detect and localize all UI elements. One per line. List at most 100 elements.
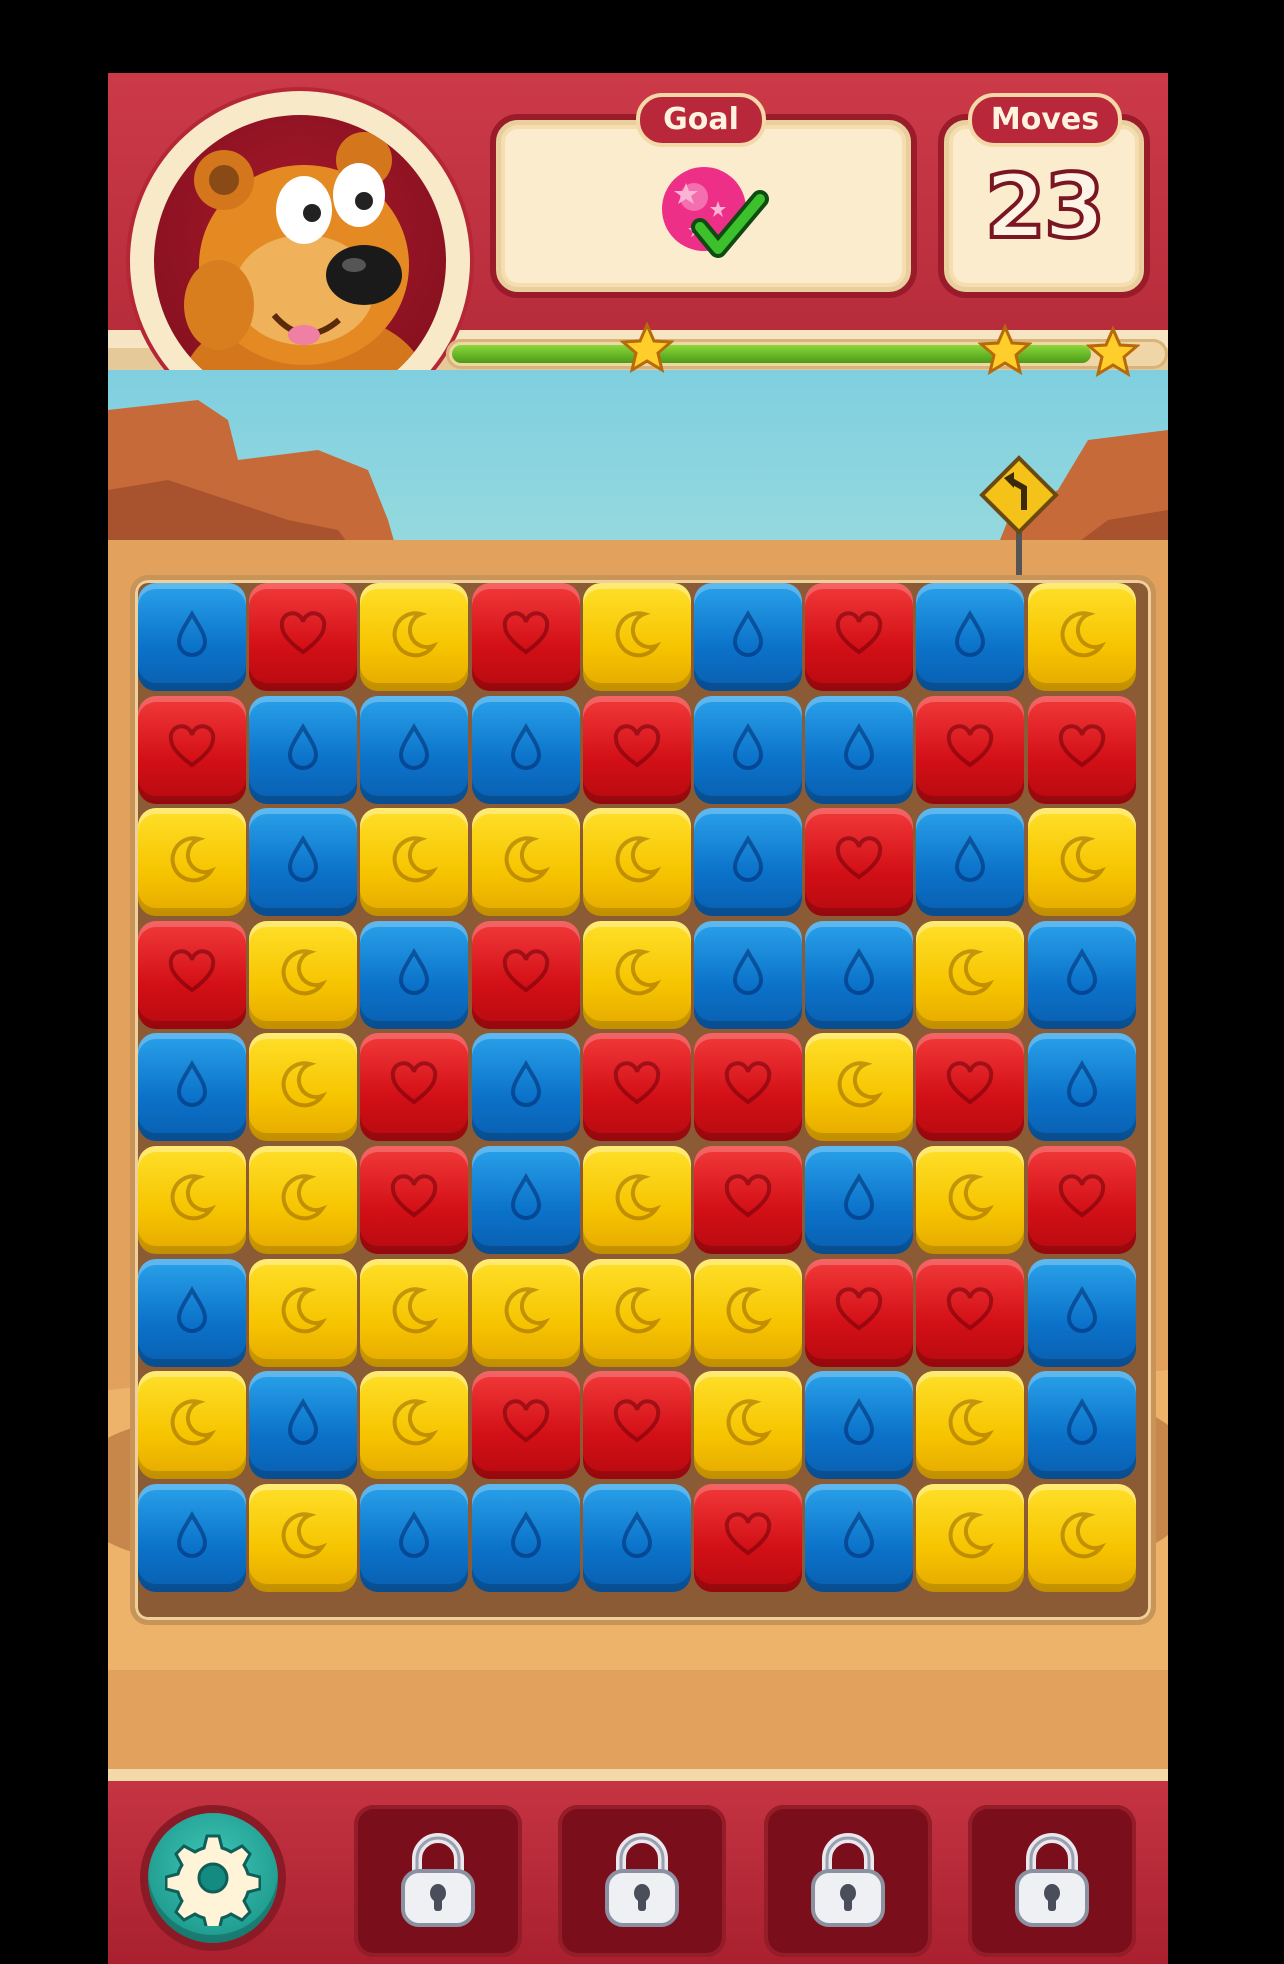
cube-blue[interactable]: [360, 921, 468, 1029]
bear-avatar-icon: [154, 115, 446, 407]
cube-blue[interactable]: [360, 1484, 468, 1592]
cube-blue[interactable]: [472, 1033, 580, 1141]
cube-red[interactable]: [1028, 1146, 1136, 1254]
cube-blue[interactable]: [916, 808, 1024, 916]
cube-red[interactable]: [138, 921, 246, 1029]
cube-yellow[interactable]: [916, 1146, 1024, 1254]
cube-red[interactable]: [805, 1259, 913, 1367]
cube-red[interactable]: [138, 696, 246, 804]
moon-icon: [274, 1169, 332, 1231]
cube-red[interactable]: [916, 1033, 1024, 1141]
cube-red[interactable]: [805, 808, 913, 916]
cube-blue[interactable]: [1028, 921, 1136, 1029]
moon-icon: [941, 1169, 999, 1231]
cube-red[interactable]: [805, 583, 913, 691]
cube-blue[interactable]: [1028, 1259, 1136, 1367]
cube-red[interactable]: [583, 1033, 691, 1141]
cube-yellow[interactable]: [360, 808, 468, 916]
cube-red[interactable]: [694, 1033, 802, 1141]
moon-icon: [497, 1282, 555, 1344]
cube-red[interactable]: [472, 583, 580, 691]
cube-blue[interactable]: [138, 1484, 246, 1592]
cube-blue[interactable]: [138, 1033, 246, 1141]
cube-blue[interactable]: [249, 808, 357, 916]
cube-yellow[interactable]: [1028, 808, 1136, 916]
cube-yellow[interactable]: [583, 583, 691, 691]
cube-blue[interactable]: [360, 696, 468, 804]
cube-red[interactable]: [916, 696, 1024, 804]
cube-blue[interactable]: [805, 1484, 913, 1592]
cube-yellow[interactable]: [360, 1259, 468, 1367]
cube-blue[interactable]: [805, 921, 913, 1029]
cube-yellow[interactable]: [249, 1146, 357, 1254]
cube-blue[interactable]: [805, 1371, 913, 1479]
cube-red[interactable]: [360, 1033, 468, 1141]
cube-yellow[interactable]: [916, 921, 1024, 1029]
cube-blue[interactable]: [694, 808, 802, 916]
cube-yellow[interactable]: [583, 808, 691, 916]
settings-button[interactable]: [148, 1813, 278, 1943]
cube-yellow[interactable]: [360, 1371, 468, 1479]
cube-blue[interactable]: [138, 1259, 246, 1367]
cube-blue[interactable]: [249, 696, 357, 804]
cube-yellow[interactable]: [916, 1484, 1024, 1592]
cube-red[interactable]: [694, 1484, 802, 1592]
cube-blue[interactable]: [472, 696, 580, 804]
cube-yellow[interactable]: [916, 1371, 1024, 1479]
cube-yellow[interactable]: [138, 1146, 246, 1254]
booster-slot-1[interactable]: [354, 1805, 522, 1957]
cube-red[interactable]: [916, 1259, 1024, 1367]
cube-blue[interactable]: [138, 583, 246, 691]
cube-red[interactable]: [694, 1146, 802, 1254]
cube-yellow[interactable]: [249, 1259, 357, 1367]
cube-blue[interactable]: [694, 583, 802, 691]
cube-yellow[interactable]: [249, 1033, 357, 1141]
cube-blue[interactable]: [805, 696, 913, 804]
booster-slot-2[interactable]: [558, 1805, 726, 1957]
cube-yellow[interactable]: [472, 1259, 580, 1367]
cube-blue[interactable]: [583, 1484, 691, 1592]
cube-yellow[interactable]: [583, 1146, 691, 1254]
booster-slot-3[interactable]: [764, 1805, 932, 1957]
cube-yellow[interactable]: [694, 1371, 802, 1479]
cube-yellow[interactable]: [249, 921, 357, 1029]
drop-icon: [497, 1507, 555, 1569]
cube-yellow[interactable]: [138, 1371, 246, 1479]
game-screen: Goal Moves 23: [108, 73, 1168, 1964]
cube-yellow[interactable]: [583, 921, 691, 1029]
cube-yellow[interactable]: [1028, 583, 1136, 691]
cube-yellow[interactable]: [138, 808, 246, 916]
cube-red[interactable]: [249, 583, 357, 691]
drop-icon: [941, 831, 999, 893]
cube-blue[interactable]: [472, 1484, 580, 1592]
cube-blue[interactable]: [805, 1146, 913, 1254]
cube-yellow[interactable]: [694, 1259, 802, 1367]
heart-icon: [608, 719, 666, 781]
cube-blue[interactable]: [472, 1146, 580, 1254]
heart-icon: [830, 831, 888, 893]
drop-icon: [830, 719, 888, 781]
cube-blue[interactable]: [1028, 1371, 1136, 1479]
cube-red[interactable]: [360, 1146, 468, 1254]
cube-red[interactable]: [1028, 696, 1136, 804]
cube-yellow[interactable]: [360, 583, 468, 691]
heart-icon: [497, 944, 555, 1006]
cube-red[interactable]: [583, 1371, 691, 1479]
cube-red[interactable]: [472, 921, 580, 1029]
booster-slot-4[interactable]: [968, 1805, 1136, 1957]
cube-red[interactable]: [472, 1371, 580, 1479]
cube-yellow[interactable]: [1028, 1484, 1136, 1592]
cube-blue[interactable]: [249, 1371, 357, 1479]
cube-yellow[interactable]: [583, 1259, 691, 1367]
heart-icon: [163, 719, 221, 781]
cube-red[interactable]: [583, 696, 691, 804]
moon-icon: [1053, 831, 1111, 893]
cube-yellow[interactable]: [472, 808, 580, 916]
cube-yellow[interactable]: [249, 1484, 357, 1592]
cube-blue[interactable]: [694, 921, 802, 1029]
heart-icon: [1053, 719, 1111, 781]
cube-blue[interactable]: [916, 583, 1024, 691]
cube-blue[interactable]: [694, 696, 802, 804]
cube-yellow[interactable]: [805, 1033, 913, 1141]
cube-blue[interactable]: [1028, 1033, 1136, 1141]
